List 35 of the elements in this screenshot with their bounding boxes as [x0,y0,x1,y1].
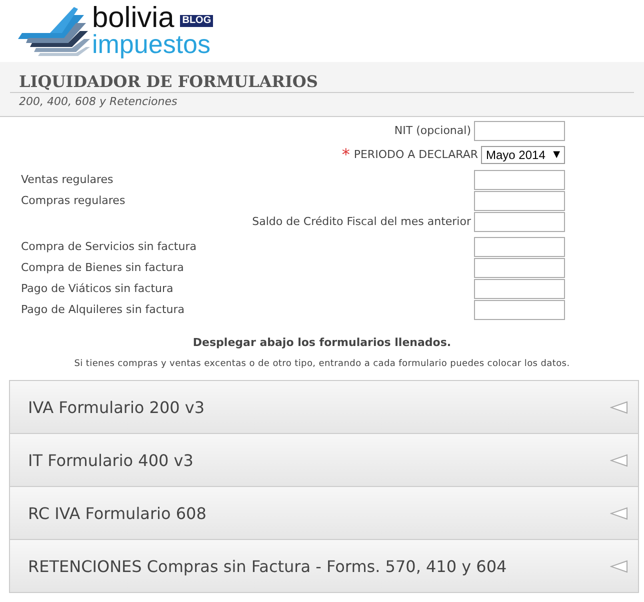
field-label: Ventas regulares [21,173,114,186]
page-title: LIQUIDADOR DE FORMULARIOS [10,72,634,93]
accordion-header[interactable]: RETENCIONES Compras sin Factura - Forms. 570, 410 y 604 [9,539,639,593]
field-label: NIT (opcional) [394,124,471,137]
required-mark: * [342,145,350,164]
expand-arrow-icon [610,506,628,520]
field-label: Compras regulares [21,194,126,207]
instructions-heading: Desplegar abajo los formularios llenados. [192,336,452,349]
accordion-header[interactable]: IT Formulario 400 v3 [9,433,639,487]
logo-wordmark: bolivia [92,4,174,32]
field-label: Pago de Alquileres sin factura [21,303,184,316]
expand-arrow-icon [610,560,628,572]
input-field[interactable] [474,212,565,232]
blog-badge: BLOG [180,15,214,28]
instructions-note: Si tienes compras y ventas excentas o de otro tipo, entrando a cada formulario puedes colocar los datos. [73,359,571,369]
field-label: Saldo de Crédito Fiscal del mes anterior [252,215,471,228]
period-dropdown[interactable]: Mayo 2014 ▼ [481,146,565,164]
input-field[interactable] [474,300,565,320]
input-field[interactable] [474,170,565,190]
page-subtitle: 200, 400, 608 y Retenciones [18,94,178,108]
accordion-header[interactable]: RC IVA Formulario 608 [9,486,639,540]
field-label: Compra de Servicios sin factura [21,240,196,253]
field-label: PERIODO A DECLARAR [354,148,478,161]
field-label: Compra de Bienes sin factura [21,261,184,274]
logo-icon [18,5,90,57]
input-field[interactable] [474,236,565,256]
input-field[interactable] [474,258,565,278]
accordion-header[interactable]: IVA Formulario 200 v3 [9,380,639,434]
input-field[interactable] [474,120,565,140]
expand-arrow-icon [610,454,628,466]
field-label: Pago de Viáticos sin factura [21,282,174,295]
input-field[interactable] [474,278,565,298]
expand-arrow-icon [610,400,628,414]
input-field[interactable] [474,190,565,210]
logo-wordmark: impuestos [92,32,212,58]
